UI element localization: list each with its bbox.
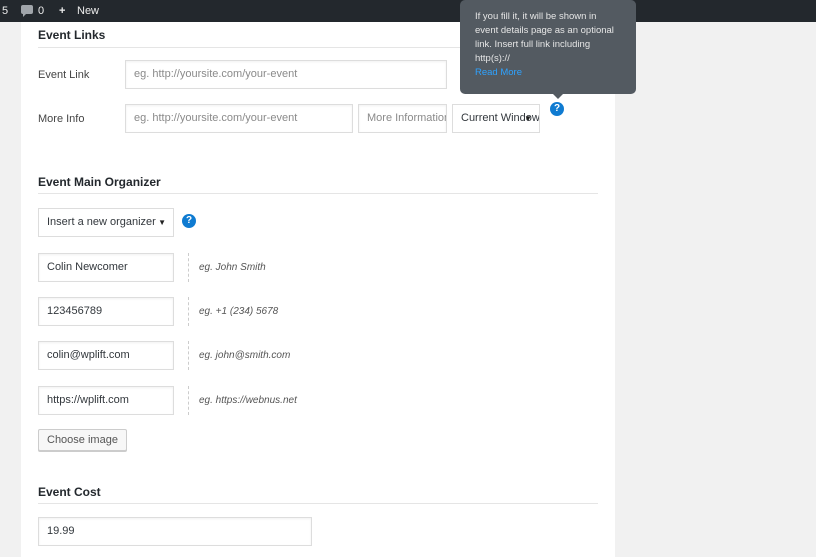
link-target-select[interactable]: Current Window ▼ xyxy=(452,104,540,133)
read-more-link[interactable]: Read More xyxy=(475,66,621,80)
choose-image-button[interactable]: Choose image xyxy=(38,429,127,451)
organizer-website-input[interactable]: https://wplift.com xyxy=(38,386,174,415)
organizer-phone-input[interactable]: 123456789 xyxy=(38,297,174,326)
more-info-title-input[interactable]: More Information xyxy=(358,104,447,133)
divider xyxy=(38,193,598,194)
event-link-label: Event Link xyxy=(38,69,90,81)
organizer-select[interactable]: Insert a new organizer ▼ xyxy=(38,208,174,237)
chevron-down-icon: ▼ xyxy=(524,114,532,123)
organizer-email-input[interactable]: colin@wplift.com xyxy=(38,341,174,370)
more-info-help-icon[interactable]: ? xyxy=(550,102,564,116)
organizer-website-hint: eg. https://webnus.net xyxy=(188,386,297,415)
event-links-title: Event Links xyxy=(38,28,106,42)
comment-count[interactable]: 0 xyxy=(38,5,44,17)
organizer-phone-hint: eg. +1 (234) 5678 xyxy=(188,297,278,326)
chevron-down-icon: ▼ xyxy=(158,218,166,227)
divider xyxy=(38,503,598,504)
tooltip-arrow xyxy=(552,93,564,99)
event-cost-input[interactable]: 19.99 xyxy=(38,517,312,546)
organizer-help-icon[interactable]: ? xyxy=(182,214,196,228)
more-info-input[interactable]: eg. http://yoursite.com/your-event xyxy=(125,104,353,133)
admin-bar-count[interactable]: 5 xyxy=(2,5,8,17)
help-tooltip: If you fill it, it will be shown in even… xyxy=(460,0,636,99)
organizer-name-input[interactable]: Colin Newcomer xyxy=(38,253,174,282)
admin-bar: 5 0 + New xyxy=(0,0,816,22)
event-settings-panel: Event Links Event Link eg. http://yoursi… xyxy=(21,22,615,557)
more-info-label: More Info xyxy=(38,113,85,125)
organizer-title: Event Main Organizer xyxy=(38,175,161,189)
tooltip-text: If you fill it, it will be shown in even… xyxy=(475,11,614,64)
organizer-email-hint: eg. john@smith.com xyxy=(188,341,290,370)
plus-icon[interactable]: + xyxy=(59,5,65,17)
organizer-name-hint: eg. John Smith xyxy=(188,253,266,282)
event-cost-title: Event Cost xyxy=(38,485,101,499)
new-link[interactable]: New xyxy=(77,5,99,17)
organizer-select-value: Insert a new organizer xyxy=(47,216,156,228)
event-link-input[interactable]: eg. http://yoursite.com/your-event xyxy=(125,60,447,89)
comment-icon[interactable] xyxy=(21,5,33,17)
